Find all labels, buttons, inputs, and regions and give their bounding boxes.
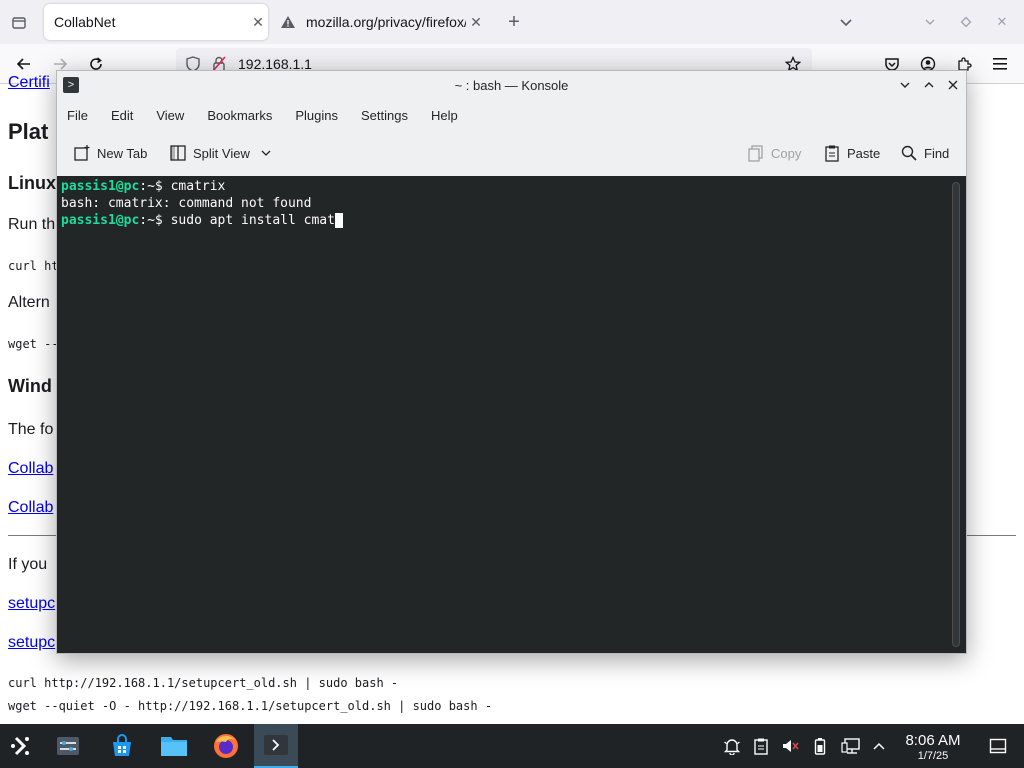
discover-store-icon[interactable] [100,724,144,768]
hamburger-menu-icon[interactable] [988,52,1012,76]
copy-icon [748,145,763,162]
setupcert-link-2[interactable]: setupc [8,634,55,652]
battery-icon[interactable] [808,724,832,768]
search-icon [901,145,917,161]
windows-heading: Wind [8,376,52,396]
prompt-separator: :~$ [139,213,171,228]
menu-plugins[interactable]: Plugins [293,104,348,127]
terminal-line: bash: cmatrix: command not found [61,196,311,211]
konsole-app-icon[interactable]: > [63,77,79,93]
show-desktop-icon[interactable] [984,724,1012,768]
collabnet-link-2[interactable]: Collab [8,499,53,517]
platform-heading: Plat [8,119,49,144]
clipboard-icon[interactable] [749,724,773,768]
close-tab-icon[interactable]: ✕ [466,14,486,31]
tab-collabnet-title: CollabNet [54,14,116,30]
application-launcher-icon[interactable] [0,724,44,768]
following-text: The fo [8,421,54,438]
new-tab-icon [74,145,90,161]
network-icon[interactable] [838,724,864,768]
copy-button[interactable]: Copy [747,141,801,165]
paste-label: Paste [847,145,881,161]
tab-list-icon[interactable] [8,12,30,34]
notifications-icon[interactable] [720,724,744,768]
konsole-toolbar: New Tab Split View Copy Paste Find [57,133,966,173]
maximize-icon[interactable] [919,75,939,95]
terminal-cursor [334,213,343,228]
find-button[interactable]: Find [900,141,949,165]
minimize-window-icon[interactable] [920,12,940,32]
konsole-taskbar-icon[interactable] [254,724,298,768]
taskbar: 8:06 AM 1/7/25 [0,724,1024,768]
list-all-tabs-icon[interactable] [836,12,856,32]
tab-mozilla-privacy[interactable]: mozilla.org/privacy/firefox/ ✕ [276,4,486,40]
terminal-output: bash: cmatrix: command not found [61,196,312,211]
copy-label: Copy [771,145,802,161]
terminal-line: passis1@pc:~$ cmatrix [61,179,225,194]
curl-old-command: curl http://192.168.1.1/setupcert_old.sh… [8,676,399,690]
prompt-separator: :~$ [139,179,171,194]
split-view-icon [170,145,186,161]
terminal-prompt: passis1@pc [61,179,140,194]
maximize-window-icon[interactable] [956,12,976,32]
menu-settings[interactable]: Settings [359,104,418,127]
new-tab-button[interactable]: + [502,10,526,34]
volume-muted-icon[interactable] [778,724,802,768]
menu-bookmarks[interactable]: Bookmarks [205,104,282,127]
paste-button[interactable]: Paste [823,141,880,165]
split-view-label: Split View [193,145,250,161]
konsole-title: ~ : bash — Konsole [454,77,569,93]
clock-time[interactable]: 8:06 AM [900,732,966,749]
menu-file[interactable]: File [65,104,98,127]
back-arrow-icon[interactable] [12,52,36,76]
run-instructions-text: Run th [8,216,56,233]
tab-collabnet[interactable]: CollabNet ✕ [44,4,268,40]
linux-heading: Linux [8,173,56,193]
konsole-titlebar[interactable]: > ~ : bash — Konsole [57,71,966,99]
show-hidden-icons-chevron-icon[interactable] [868,724,890,768]
terminal-command: cmatrix [170,179,226,194]
menu-edit[interactable]: Edit [109,104,143,127]
tab-mozilla-title: mozilla.org/privacy/firefox/ [306,14,466,30]
certificate-link[interactable]: Certifi [8,74,50,92]
menu-view[interactable]: View [154,104,194,127]
terminal-line: passis1@pc:~$ sudo apt install cmat [61,213,343,228]
collabnet-link-1[interactable]: Collab [8,460,53,478]
firefox-icon[interactable] [204,724,248,768]
clock-date[interactable]: 1/7/25 [900,750,966,762]
paste-icon [825,145,839,162]
terminal-area[interactable]: passis1@pc:~$ cmatrix bash: cmatrix: com… [57,176,966,653]
setupcert-link-1[interactable]: setupc [8,595,55,613]
terminal-scrollbar[interactable] [952,182,960,647]
split-view-button[interactable]: Split View [169,141,278,165]
alternatively-text: Altern [8,294,50,311]
browser-tab-bar: CollabNet ✕ mozilla.org/privacy/firefox/… [0,0,1024,44]
find-label: Find [924,145,950,161]
konsole-window: > ~ : bash — Konsole File Edit View Book… [56,70,967,654]
chevron-down-icon[interactable] [260,147,272,159]
konsole-menubar: File Edit View Bookmarks Plugins Setting… [57,101,966,129]
terminal-prompt: passis1@pc [61,213,140,228]
system-settings-icon[interactable] [46,724,90,768]
curl-command-partial: curl ht [8,259,59,273]
file-manager-icon[interactable] [152,724,196,768]
wget-command-partial: wget -- [8,337,59,351]
if-you-text: If you [8,556,48,573]
minimize-icon[interactable] [895,75,915,95]
menu-help[interactable]: Help [429,104,468,127]
close-window-icon[interactable]: ✕ [992,12,1012,32]
terminal-command: sudo apt install cmat [170,213,335,228]
new-tab-button[interactable]: New Tab [73,141,147,165]
wget-old-command: wget --quiet -O - http://192.168.1.1/set… [8,699,493,713]
close-icon[interactable] [943,75,963,95]
close-tab-icon[interactable]: ✕ [248,14,268,31]
new-tab-label: New Tab [97,145,148,161]
warning-icon [280,14,300,30]
